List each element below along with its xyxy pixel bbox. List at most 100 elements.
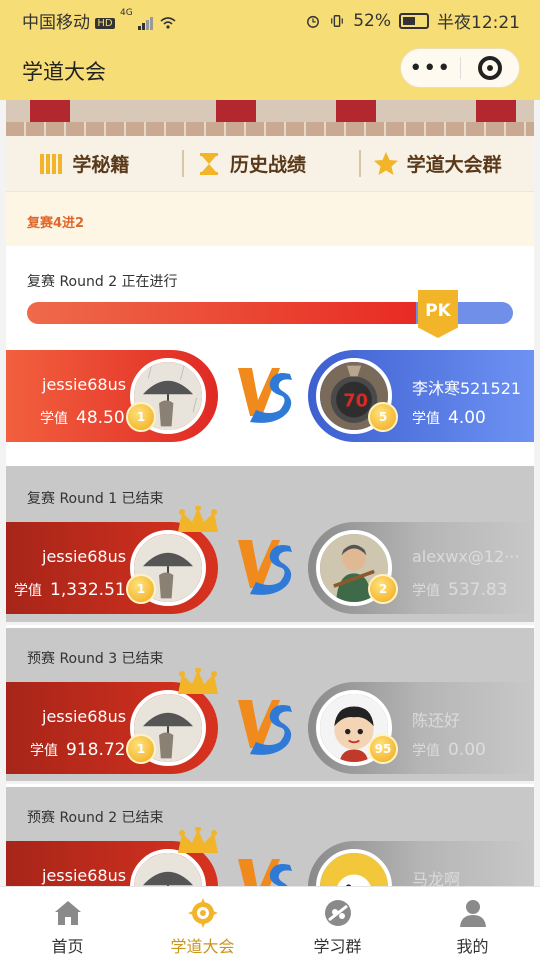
score-value: 537.83	[448, 580, 508, 600]
tab-group[interactable]: 学道大会群	[358, 150, 514, 177]
player-name: jessie68us	[42, 707, 127, 726]
battery-icon	[399, 12, 429, 29]
score-value: 0.00	[448, 740, 486, 760]
banner-pillar	[336, 100, 376, 122]
player-left: jessie68us 学值 48.50 1	[6, 350, 218, 442]
nav-label: 学道大会	[170, 937, 235, 956]
profile-icon	[459, 900, 486, 927]
signal-icon	[138, 17, 154, 30]
nav-profile[interactable]: 我的	[405, 887, 540, 960]
nav-home[interactable]: 首页	[0, 887, 135, 960]
nav-label: 首页	[51, 937, 84, 956]
tab-label: 学道大会群	[406, 154, 502, 176]
vs-icon	[238, 540, 292, 595]
banner-pillar	[30, 100, 70, 122]
group-icon	[324, 900, 351, 926]
status-left: 中国移动 HD 4G	[22, 8, 176, 33]
player-name: jessie68us	[42, 866, 127, 885]
round-title: 复赛 Round 2 正在进行	[27, 274, 178, 290]
nav-label: 学习群	[313, 937, 362, 956]
home-icon	[54, 901, 81, 925]
pk-badge: PK	[418, 290, 458, 338]
nav-label: 我的	[456, 937, 489, 956]
bottom-nav: 首页 学道大会 学习群 我的	[0, 886, 540, 960]
rain-umbrella-avatar	[134, 853, 202, 886]
level-badge: 95	[368, 734, 398, 764]
tab-history[interactable]: 历史战绩	[181, 150, 318, 177]
level-badge: 1	[126, 402, 156, 432]
status-right: 52% 半夜12:21	[305, 8, 520, 33]
player-name: 马龙啊	[412, 870, 461, 886]
score-label: 学值	[412, 743, 440, 759]
contest-icon	[187, 898, 218, 928]
score-value: 4.00	[448, 408, 486, 428]
match-row: jessie68us 学值 48.50 1 70 5 李沐寒521521 学值 …	[6, 350, 534, 442]
tab-label: 历史战绩	[229, 154, 306, 176]
vs-icon	[238, 368, 292, 423]
round-title: 预赛 Round 2 已结束	[27, 810, 164, 826]
banner-pillar	[216, 100, 256, 122]
score-value: 1,332.51	[50, 580, 126, 600]
star-icon	[373, 151, 398, 175]
carrier-label: 中国移动	[22, 13, 90, 33]
score-value: 918.72	[66, 740, 126, 760]
level-badge: 1	[126, 734, 156, 764]
status-bar: 中国移动 HD 4G 52% 半夜12:21	[0, 0, 540, 38]
round-card-active[interactable]: 复赛 Round 2 正在进行 PK jessie68us 学值 48.50 1…	[6, 246, 534, 466]
round-title: 预赛 Round 3 已结束	[27, 651, 164, 667]
page-title: 学道大会	[22, 60, 106, 84]
score-value: 48.50	[76, 408, 125, 428]
score-label: 学值	[412, 411, 440, 427]
match-row: jessie68us 学值 1,332.51 1 2 alexwx@12··· …	[6, 506, 534, 614]
top-bar: 中国移动 HD 4G 52% 半夜12:21 学道大会 •••	[0, 0, 540, 100]
player-right: 95 陈还好 学值 0.00	[308, 682, 534, 774]
match-row: jessie68us 马龙啊	[6, 827, 534, 886]
battery-percent: 52%	[353, 10, 391, 31]
clock-label: 半夜12:21	[437, 13, 520, 33]
close-button[interactable]	[460, 56, 519, 80]
round-card-ended[interactable]: 复赛 Round 1 已结束 jessie68us 学值 1,332.51 1 …	[6, 466, 534, 622]
banner-image	[6, 100, 534, 136]
book-icon	[40, 153, 63, 174]
mini-program-capsule: •••	[400, 48, 520, 88]
more-button[interactable]: •••	[401, 56, 460, 81]
player-right: 马龙啊	[308, 841, 534, 886]
tab-label: 学秘籍	[72, 154, 130, 176]
banner-wall	[6, 122, 534, 136]
player-right: 2 alexwx@12··· 学值 537.83	[308, 522, 534, 614]
tab-secret-book[interactable]: 学秘籍	[26, 150, 141, 177]
vs-icon	[238, 859, 292, 886]
player-name: 李沐寒521521	[412, 379, 522, 398]
wifi-icon	[160, 17, 176, 29]
hourglass-icon	[199, 152, 218, 175]
feature-tabs: 学秘籍 历史战绩 学道大会群	[6, 136, 534, 192]
player-right: 70 5 李沐寒521521 学值 4.00	[308, 350, 534, 442]
network-label: 4G	[120, 8, 133, 18]
nav-study-group[interactable]: 学习群	[270, 887, 405, 960]
level-badge: 5	[368, 402, 398, 432]
player-name: jessie68us	[42, 547, 127, 566]
level-badge: 2	[368, 574, 398, 604]
alarm-icon	[307, 15, 320, 28]
score-label: 学值	[40, 411, 68, 427]
round-title: 复赛 Round 1 已结束	[27, 491, 164, 507]
score-label: 学值	[14, 583, 42, 599]
winner-crown-icon	[178, 506, 218, 532]
winner-crown-icon	[178, 668, 218, 694]
match-row: jessie68us 学值 918.72 1 95 陈还好 学值 0.00	[6, 668, 534, 774]
winner-crown-icon	[178, 827, 218, 853]
player-name: alexwx@12···	[412, 547, 520, 566]
round-card-ended[interactable]: 预赛 Round 2 已结束 jessie68us 马龙啊	[6, 784, 534, 886]
hd-badge: HD	[95, 17, 115, 29]
vs-icon	[238, 700, 292, 755]
svg-text:70: 70	[343, 391, 368, 412]
stage-header: 复赛4进2	[6, 192, 534, 246]
avatar[interactable]	[316, 849, 392, 886]
nav-contest[interactable]: 学道大会	[135, 887, 270, 960]
stage-label: 复赛4进2	[27, 216, 85, 231]
round-card-ended[interactable]: 预赛 Round 3 已结束 jessie68us 学值 918.72 1 95…	[6, 625, 534, 781]
target-icon	[477, 56, 502, 80]
duck-avatar	[320, 853, 388, 886]
banner-pillar	[476, 100, 516, 122]
score-label: 学值	[30, 743, 58, 759]
